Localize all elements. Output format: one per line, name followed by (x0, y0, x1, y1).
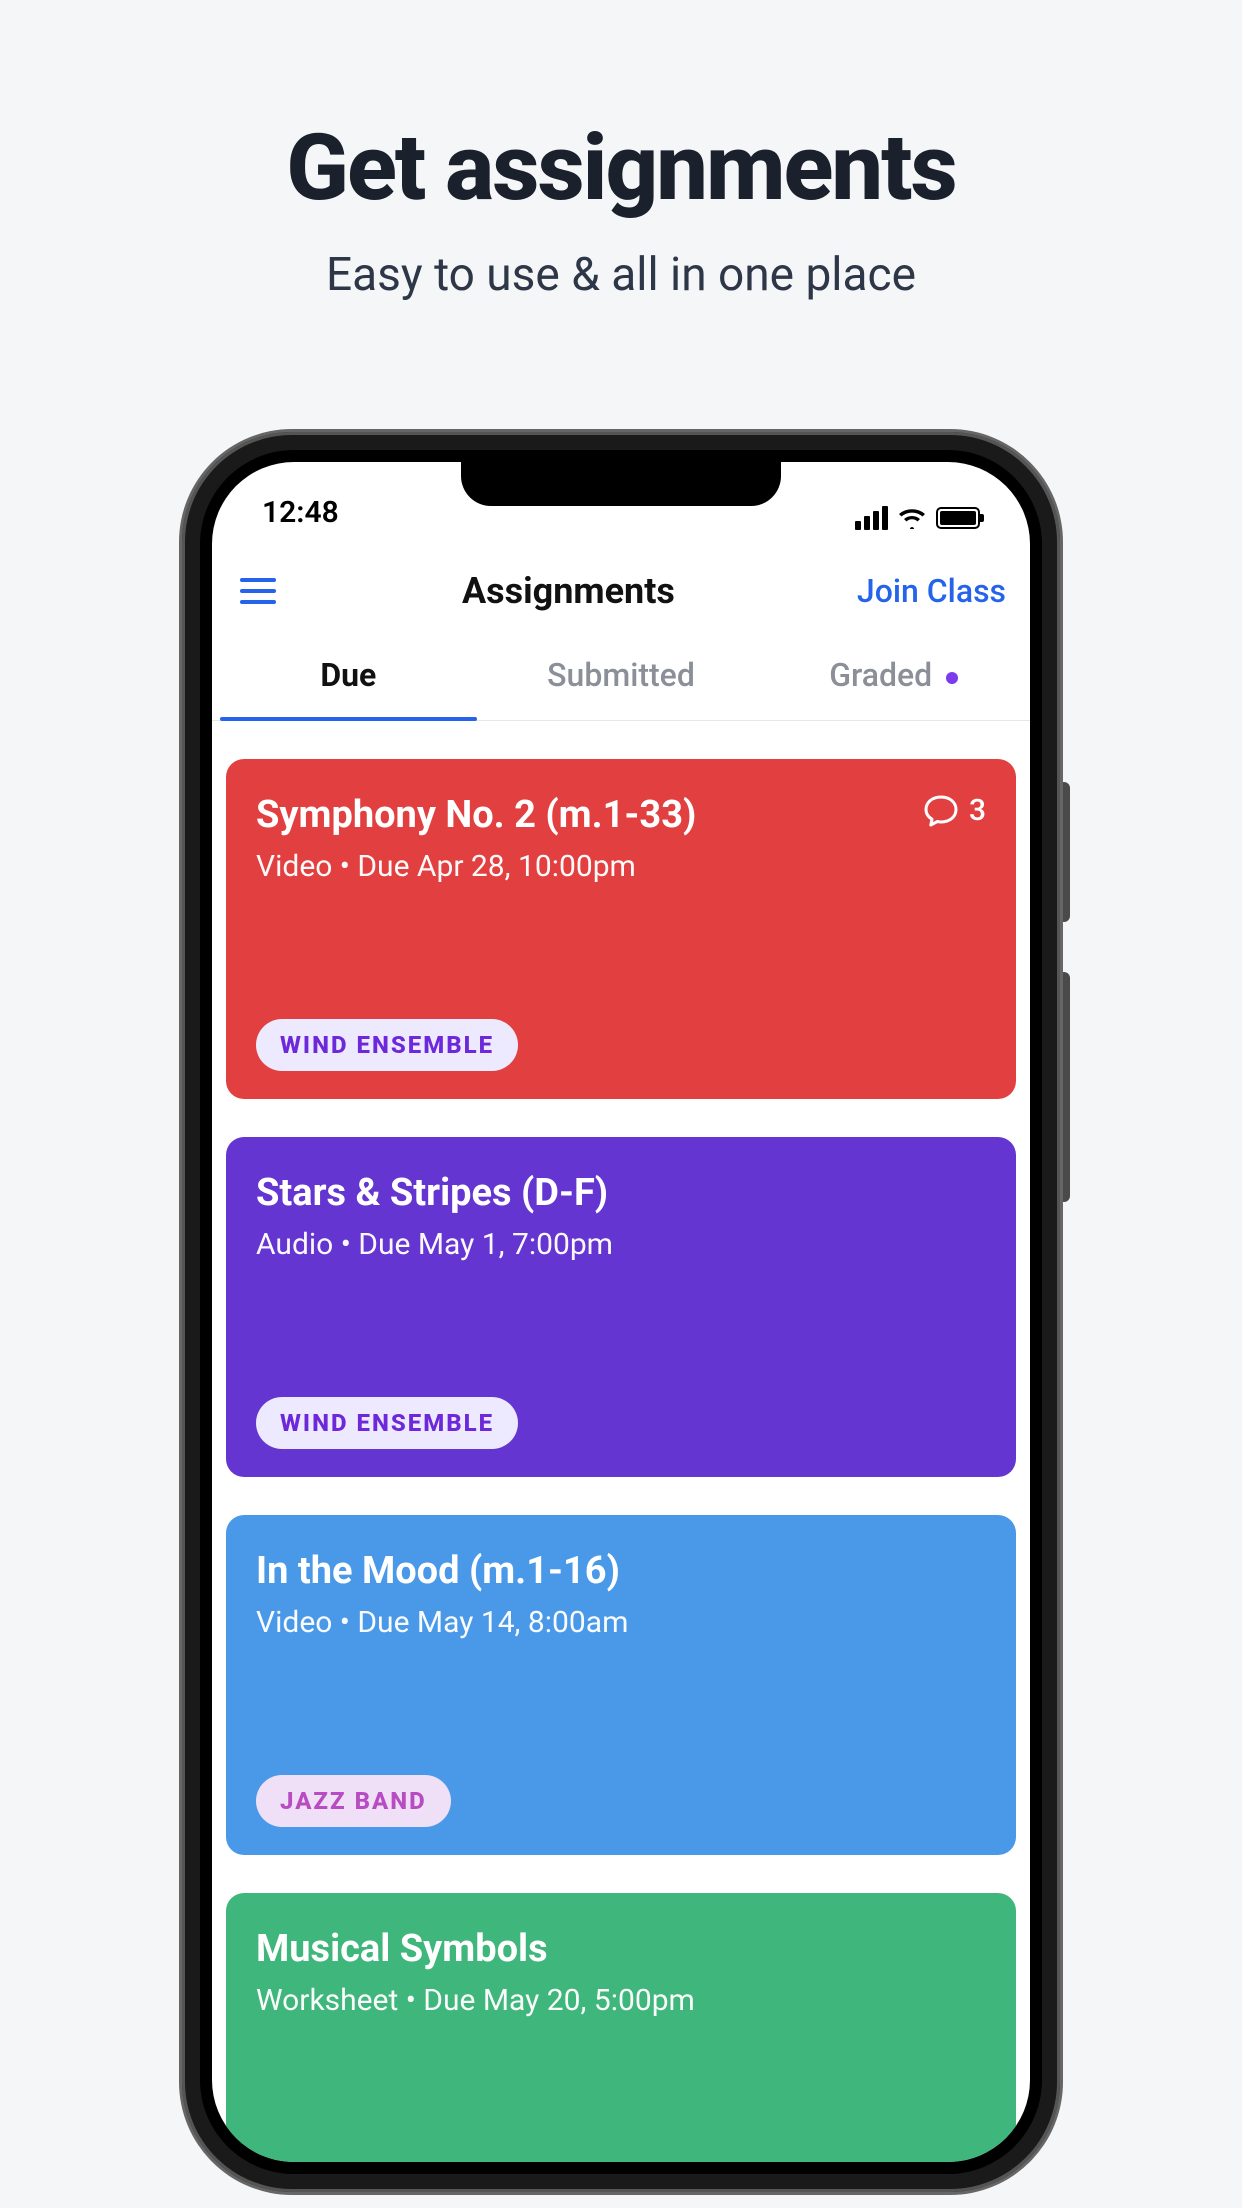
comment-count: 3 (969, 793, 986, 828)
phone-notch (461, 462, 781, 506)
tab-label: Due (320, 656, 376, 694)
assignment-subtitle: Video • Due May 14, 8:00am (256, 1605, 986, 1640)
wifi-icon (898, 507, 926, 529)
nav-bar: Assignments Join Class (212, 532, 1030, 632)
assignment-title: Musical Symbols (256, 1927, 986, 1973)
tab-graded[interactable]: Graded (757, 632, 1030, 720)
notification-dot-icon (946, 672, 958, 684)
join-class-button[interactable]: Join Class (857, 572, 1006, 610)
class-chip: WIND ENSEMBLE (256, 1019, 518, 1071)
tab-label: Submitted (547, 656, 695, 694)
page-title: Assignments (462, 570, 675, 612)
tab-submitted[interactable]: Submitted (485, 632, 758, 720)
assignment-card[interactable]: Stars & Stripes (D-F) Audio • Due May 1,… (226, 1137, 1016, 1477)
status-time: 12:48 (262, 495, 339, 530)
promo-subtitle: Easy to use & all in one place (0, 248, 1242, 302)
tab-due[interactable]: Due (212, 632, 485, 720)
menu-icon[interactable] (236, 574, 280, 608)
comments-button[interactable]: 3 (923, 793, 986, 828)
class-chip: WIND ENSEMBLE (256, 1397, 518, 1449)
assignment-subtitle: Audio • Due May 1, 7:00pm (256, 1227, 986, 1262)
tabs: Due Submitted Graded (212, 632, 1030, 721)
assignment-card[interactable]: Symphony No. 2 (m.1-33) Video • Due Apr … (226, 759, 1016, 1099)
tab-label: Graded (829, 656, 932, 694)
assignment-card[interactable]: Musical Symbols Worksheet • Due May 20, … (226, 1893, 1016, 2162)
assignment-card[interactable]: In the Mood (m.1-16) Video • Due May 14,… (226, 1515, 1016, 1855)
assignment-title: In the Mood (m.1-16) (256, 1549, 986, 1595)
comment-icon (923, 794, 959, 828)
assignment-list[interactable]: Symphony No. 2 (m.1-33) Video • Due Apr … (212, 721, 1030, 2162)
class-chip: JAZZ BAND (256, 1775, 451, 1827)
phone-frame: 12:48 (182, 432, 1060, 2192)
phone-screen: 12:48 (212, 462, 1030, 2162)
cellular-icon (855, 506, 888, 530)
assignment-title: Stars & Stripes (D-F) (256, 1171, 986, 1217)
promo-header: Get assignments Easy to use & all in one… (0, 0, 1242, 302)
assignment-subtitle: Video • Due Apr 28, 10:00pm (256, 849, 696, 884)
assignment-subtitle: Worksheet • Due May 20, 5:00pm (256, 1983, 986, 2018)
assignment-title: Symphony No. 2 (m.1-33) (256, 793, 696, 839)
promo-title: Get assignments (0, 115, 1242, 222)
battery-icon (936, 507, 980, 529)
